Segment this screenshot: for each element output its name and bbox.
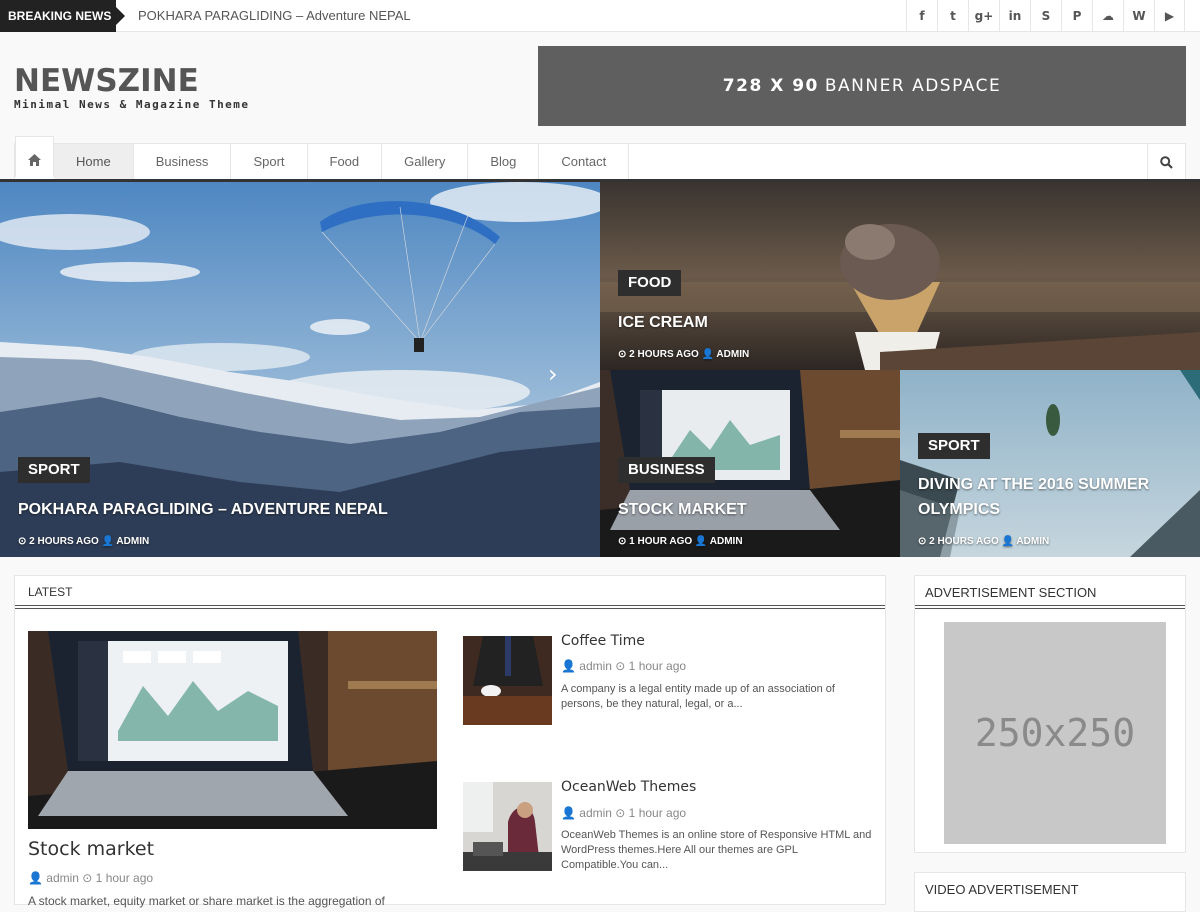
hero-top-right[interactable]: FOOD ICE CREAM ⊙ 2 HOURS AGO 👤 ADMIN [600,182,1200,370]
latest-big-title[interactable]: Stock market [28,838,154,860]
soundcloud-icon[interactable]: ☁ [1092,0,1123,32]
coffee-meta: 👤 admin ⊙ 1 hour ago [561,659,687,673]
chevron-right-icon[interactable]: › [548,360,558,388]
hero-bottom-mid[interactable]: BUSINESS STOCK MARKET ⊙ 1 HOUR AGO 👤 ADM… [600,370,900,557]
coffee-excerpt-line1: A company is a legal entity made up of a… [561,683,835,695]
nav-item-home[interactable]: Home [54,144,134,180]
hero-business-category[interactable]: BUSINESS [618,457,715,483]
hero-main[interactable]: › SPORT POKHARA PARAGLIDING – ADVENTURE … [0,182,600,557]
hero-main-title[interactable]: POKHARA PARAGLIDING – ADVENTURE NEPAL [18,497,388,522]
ice-cream-image [600,182,1200,370]
oceanweb-meta: 👤 admin ⊙ 1 hour ago [561,806,687,820]
breaking-news-label: BREAKING NEWS [0,0,125,32]
nav-item-food[interactable]: Food [308,144,383,180]
top-bar: BREAKING NEWS POKHARA PARAGLIDING – Adve… [0,0,1200,32]
advertisement-widget: ADVERTISEMENT SECTION 250x250 [914,575,1186,853]
oceanweb-excerpt-line3: Compatible.You can... [561,859,669,871]
coffee-excerpt: A company is a legal entity made up of a… [561,682,881,712]
latest-big-excerpt: A stock market, equity market or share m… [28,894,385,908]
site-title[interactable]: NEWSZINE [14,64,250,98]
oceanweb-image[interactable] [463,782,552,871]
coffee-thumb [463,636,552,725]
nav-item-gallery[interactable]: Gallery [382,144,469,180]
diving-image [900,370,1200,557]
hero-sport-category[interactable]: SPORT [918,433,990,459]
breaking-news-ticker[interactable]: POKHARA PARAGLIDING – Adventure NEPAL [138,0,411,32]
hero-food-meta: ⊙ 2 HOURS AGO 👤 ADMIN [618,349,750,360]
hero-business-title[interactable]: STOCK MARKET [618,497,747,522]
video-ad-heading: VIDEO ADVERTISEMENT [925,882,1079,897]
latest-heading: LATEST [15,576,885,609]
youtube-icon[interactable]: ▶ [1154,0,1185,32]
google-plus-icon[interactable]: g+ [968,0,999,32]
social-links: f t g+ in S P ☁ W ▶ [906,0,1185,32]
site-logo[interactable]: NEWSZINE Minimal News & Magazine Theme [14,64,250,111]
banner-ad[interactable]: 728 X 90 BANNER ADSPACE [538,46,1186,126]
banner-size: 728 X 90 [722,76,819,96]
oceanweb-excerpt-line2: WordPress themes.Here All our themes are… [561,844,799,856]
latest-big-meta: 👤 admin ⊙ 1 hour ago [28,871,154,885]
site-tagline: Minimal News & Magazine Theme [14,98,250,111]
nav-item-contact[interactable]: Contact [539,144,630,180]
nav-item-business[interactable]: Business [134,144,232,180]
oceanweb-thumb [463,782,552,871]
linkedin-icon[interactable]: in [999,0,1030,32]
oceanweb-title[interactable]: OceanWeb Themes [561,779,696,795]
hero-sport-meta: ⊙ 2 HOURS AGO 👤 ADMIN [918,536,1050,547]
hero-main-meta: ⊙ 2 HOURS AGO 👤 ADMIN [18,536,150,547]
facebook-icon[interactable]: f [906,0,937,32]
search-icon[interactable] [1147,144,1185,180]
oceanweb-excerpt-line1: OceanWeb Themes is an online store of Re… [561,829,872,841]
square-ad[interactable]: 250x250 [944,622,1166,844]
nav-item-sport[interactable]: Sport [231,144,308,180]
hero-sport-title[interactable]: DIVING AT THE 2016 SUMMER OLYMPICS [918,472,1149,522]
coffee-excerpt-line2: persons, be they natural, legal, or a... [561,698,743,710]
video-ad-widget: VIDEO ADVERTISEMENT [914,872,1186,912]
oceanweb-excerpt: OceanWeb Themes is an online store of Re… [561,828,881,873]
pinterest-icon[interactable]: P [1061,0,1092,32]
main-nav: Home Business Sport Food Gallery Blog Co… [14,136,1186,180]
hero-bottom-right[interactable]: SPORT DIVING AT THE 2016 SUMMER OLYMPICS… [900,370,1200,557]
twitter-icon[interactable]: t [937,0,968,32]
advertisement-heading: ADVERTISEMENT SECTION [915,576,1185,609]
nav-item-blog[interactable]: Blog [468,144,540,180]
latest-section: LATEST Stock market 👤 admin ⊙ 1 hour ago… [14,575,886,908]
home-icon[interactable] [15,136,54,177]
laptop-image [28,631,437,829]
hero-business-meta: ⊙ 1 HOUR AGO 👤 ADMIN [618,536,743,547]
hero-food-category[interactable]: FOOD [618,270,682,296]
latest-big-image[interactable] [28,631,437,829]
skype-icon[interactable]: S [1030,0,1061,32]
hero-food-title[interactable]: ICE CREAM [618,310,708,335]
coffee-image[interactable] [463,636,552,725]
hero-main-category[interactable]: SPORT [18,457,90,483]
banner-label: BANNER ADSPACE [824,76,1002,96]
hero-sport-title-line1: DIVING AT THE 2016 SUMMER [918,476,1150,493]
whatsapp-icon[interactable]: W [1123,0,1154,32]
hero-sport-title-line2: OLYMPICS [918,501,1001,518]
coffee-title[interactable]: Coffee Time [561,633,645,649]
